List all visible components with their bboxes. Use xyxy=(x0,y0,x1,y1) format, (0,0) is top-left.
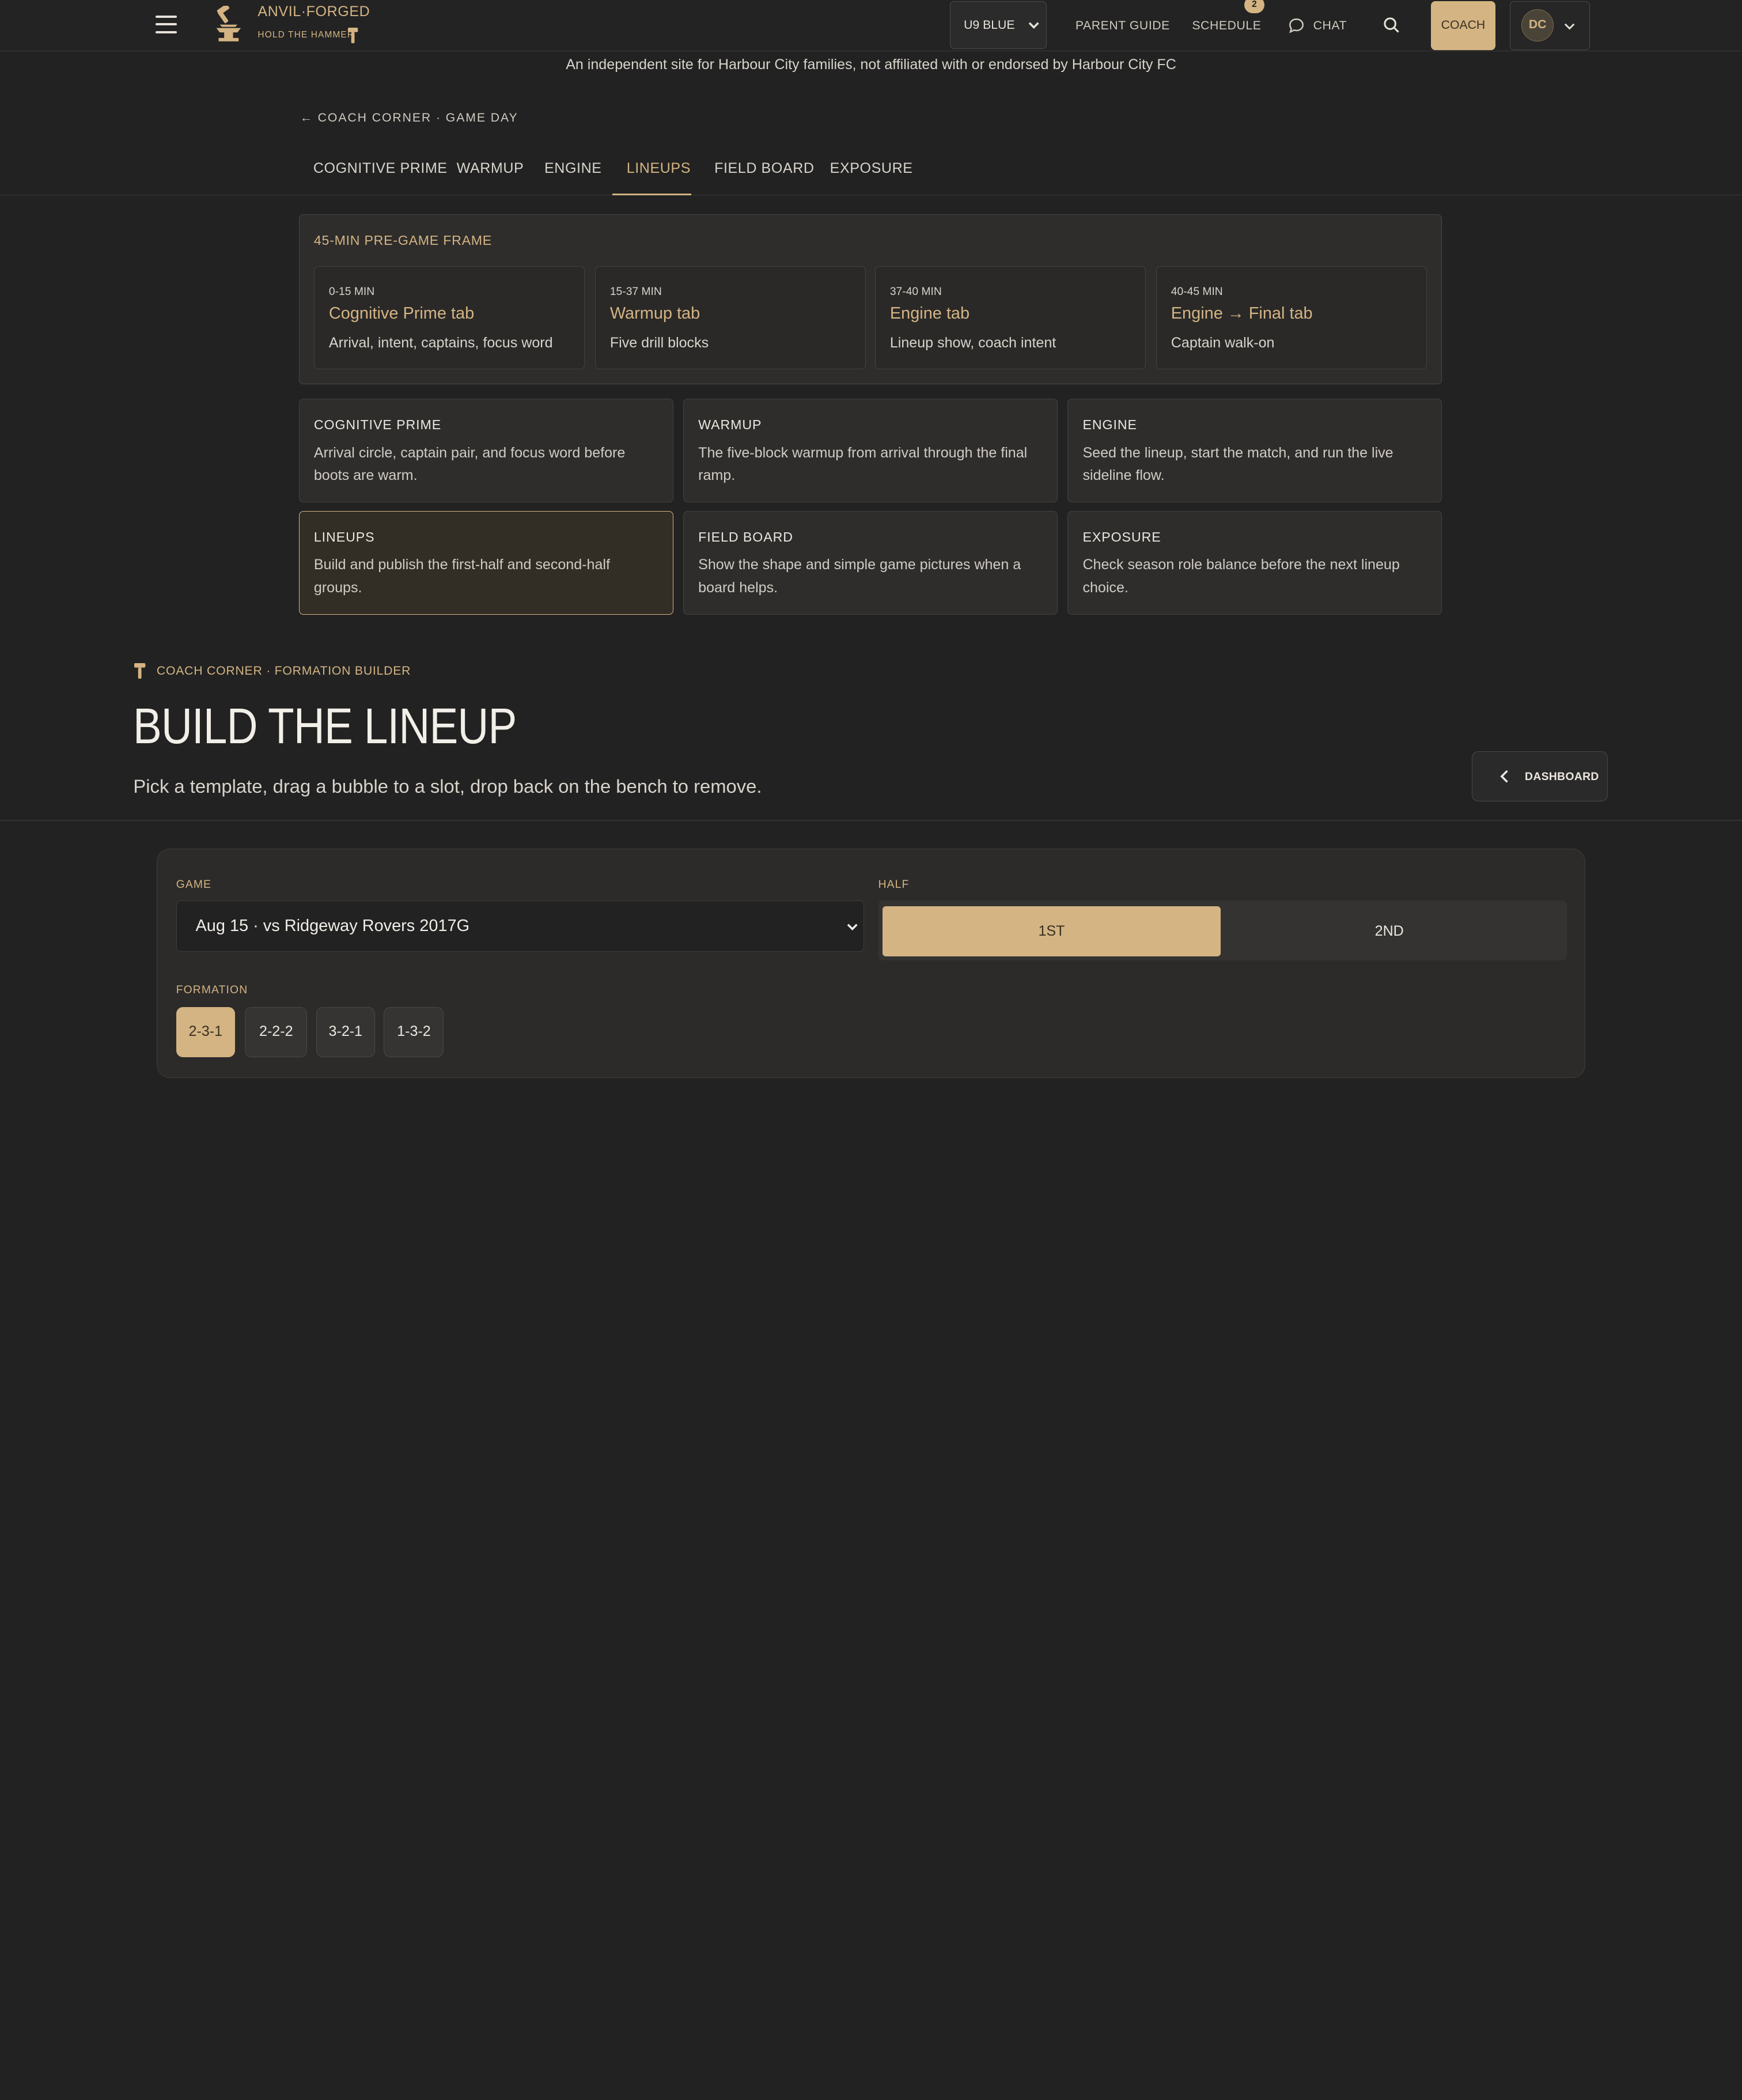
phase-tab-link[interactable]: Warmup tab xyxy=(610,304,700,323)
user-menu-button[interactable]: DC xyxy=(1509,1,1590,50)
section-card-desc: Arrival circle, captain pair, and focus … xyxy=(313,444,626,484)
phase-tab-link[interactable]: Cognitive Prime tab xyxy=(329,304,474,323)
section-card-desc: Show the shape and simple game pictures … xyxy=(698,557,1021,596)
chevron-down-icon xyxy=(1564,23,1574,30)
coach-button[interactable]: COACH xyxy=(1431,1,1495,50)
tab-lineups[interactable]: LINEUPS xyxy=(627,160,691,177)
phase-time: 15-37 MIN xyxy=(609,285,662,298)
formation-option-2-2-2[interactable]: 2-2-2 xyxy=(245,1007,308,1058)
schedule-link[interactable]: SCHEDULE xyxy=(1192,19,1261,33)
section-card-title: FIELD BOARD xyxy=(698,529,793,544)
tab-field-board[interactable]: FIELD BOARD xyxy=(714,160,814,177)
chevron-left-icon xyxy=(1500,770,1508,783)
game-select-value: Aug 15 · vs Ridgeway Rovers 2017G xyxy=(195,917,470,936)
phase-desc: Lineup show, coach intent xyxy=(889,334,1056,351)
section-card-desc: Build and publish the first-half and sec… xyxy=(313,557,610,596)
section-card-title: LINEUPS xyxy=(313,529,375,544)
section-card-lineups[interactable]: LINEUPS Build and publish the first-half… xyxy=(298,511,673,615)
formation-option-3-2-1[interactable]: 3-2-1 xyxy=(316,1007,375,1058)
section-card-title: WARMUP xyxy=(698,417,762,433)
section-card-desc: Check season role balance before the nex… xyxy=(1082,557,1400,596)
pregame-frame-title: 45-MIN PRE-GAME FRAME xyxy=(313,233,492,248)
game-field-label: GAME xyxy=(176,878,212,891)
brand-tagline: HOLD THE HAMMER xyxy=(257,30,355,40)
phase-desc: Arrival, intent, captains, focus word xyxy=(328,334,553,351)
formation-option-2-3-1[interactable]: 2-3-1 xyxy=(176,1007,235,1058)
formation-option-1-3-2[interactable]: 1-3-2 xyxy=(384,1007,444,1058)
anvil-logo-icon[interactable] xyxy=(211,5,247,46)
section-card-exposure[interactable]: EXPOSURE Check season role balance befor… xyxy=(1067,511,1442,615)
phase-desc: Captain walk-on xyxy=(1171,334,1275,351)
avatar: DC xyxy=(1521,9,1554,42)
back-breadcrumb-link[interactable]: ← COACH CORNER · GAME DAY xyxy=(300,111,518,125)
phase-card[interactable]: 15-37 MIN Warmup tab Five drill blocks xyxy=(594,266,866,370)
formation-field-label: FORMATION xyxy=(176,983,248,996)
tab-exposure[interactable]: EXPOSURE xyxy=(830,160,913,177)
active-tab-underline xyxy=(612,193,691,196)
lineup-builder-panel: GAME Aug 15 · vs Ridgeway Rovers 2017G H… xyxy=(156,849,1586,1078)
tab-bar: COGNITIVE PRIME WARMUP ENGINE LINEUPS FI… xyxy=(0,145,1742,196)
menu-icon[interactable] xyxy=(156,16,177,33)
half-option-1st[interactable]: 1ST xyxy=(883,906,1221,956)
search-icon[interactable] xyxy=(1383,17,1400,33)
half-option-2nd[interactable]: 2ND xyxy=(1221,906,1558,956)
top-bar: ANVIL·FORGED HOLD THE HAMMER U9 BLUE PAR… xyxy=(0,0,1742,51)
pregame-frame: 45-MIN PRE-GAME FRAME 0-15 MIN Cognitive… xyxy=(298,214,1442,385)
section-card-title: COGNITIVE PRIME xyxy=(313,417,442,433)
dashboard-button[interactable]: DASHBOARD xyxy=(1472,751,1608,801)
tab-engine[interactable]: ENGINE xyxy=(544,160,602,177)
hammer-icon xyxy=(347,28,358,44)
game-select[interactable]: Aug 15 · vs Ridgeway Rovers 2017G xyxy=(176,900,864,952)
phase-tab-link[interactable]: Engine → Final tab xyxy=(1171,304,1313,323)
schedule-count-badge: 2 xyxy=(1244,0,1264,14)
phase-time: 40-45 MIN xyxy=(1171,285,1223,298)
section-card-title: ENGINE xyxy=(1082,417,1137,433)
section-card-cognitive-prime[interactable]: COGNITIVE PRIME Arrival circle, captain … xyxy=(298,399,673,502)
section-card-engine[interactable]: ENGINE Seed the lineup, start the match,… xyxy=(1067,399,1442,502)
phase-time: 0-15 MIN xyxy=(328,285,375,298)
chevron-down-icon xyxy=(1028,22,1039,29)
section-divider xyxy=(0,820,1742,822)
phase-time: 37-40 MIN xyxy=(889,285,942,298)
app-root: ANVIL·FORGED HOLD THE HAMMER U9 BLUE PAR… xyxy=(0,0,1742,1089)
builder-eyebrow: COACH CORNER · FORMATION BUILDER xyxy=(156,664,411,678)
dashboard-button-label: DASHBOARD xyxy=(1525,770,1599,783)
phase-desc: Five drill blocks xyxy=(609,334,709,351)
chat-link[interactable]: CHAT xyxy=(1313,19,1347,33)
phase-card[interactable]: 0-15 MIN Cognitive Prime tab Arrival, in… xyxy=(313,266,585,370)
chevron-down-icon xyxy=(847,924,858,930)
tab-warmup[interactable]: WARMUP xyxy=(457,160,524,177)
team-select[interactable]: U9 BLUE xyxy=(949,1,1047,49)
half-field-label: HALF xyxy=(878,878,910,891)
team-select-value: U9 BLUE xyxy=(964,18,1015,32)
hammer-icon xyxy=(134,663,146,679)
half-toggle: 1ST 2ND xyxy=(878,900,1567,961)
phase-card[interactable]: 37-40 MIN Engine tab Lineup show, coach … xyxy=(874,266,1146,370)
chat-icon[interactable] xyxy=(1289,18,1304,33)
disclaimer-text: An independent site for Harbour City fam… xyxy=(566,56,1176,73)
page-title: BUILD THE LINEUP xyxy=(133,698,517,755)
section-card-field-board[interactable]: FIELD BOARD Show the shape and simple ga… xyxy=(683,511,1058,615)
brand-name: ANVIL·FORGED xyxy=(257,3,370,20)
page-subtitle: Pick a template, drag a bubble to a slot… xyxy=(133,775,762,797)
phase-tab-link[interactable]: Engine tab xyxy=(890,304,970,323)
section-card-desc: The five-block warmup from arrival throu… xyxy=(698,444,1028,484)
section-card-desc: Seed the lineup, start the match, and ru… xyxy=(1082,444,1393,484)
phase-card[interactable]: 40-45 MIN Engine → Final tab Captain wal… xyxy=(1156,266,1427,370)
section-card-warmup[interactable]: WARMUP The five-block warmup from arriva… xyxy=(683,399,1058,502)
tab-cognitive-prime[interactable]: COGNITIVE PRIME xyxy=(313,160,448,177)
parent-guide-link[interactable]: PARENT GUIDE xyxy=(1076,19,1170,33)
section-card-title: EXPOSURE xyxy=(1082,529,1161,544)
